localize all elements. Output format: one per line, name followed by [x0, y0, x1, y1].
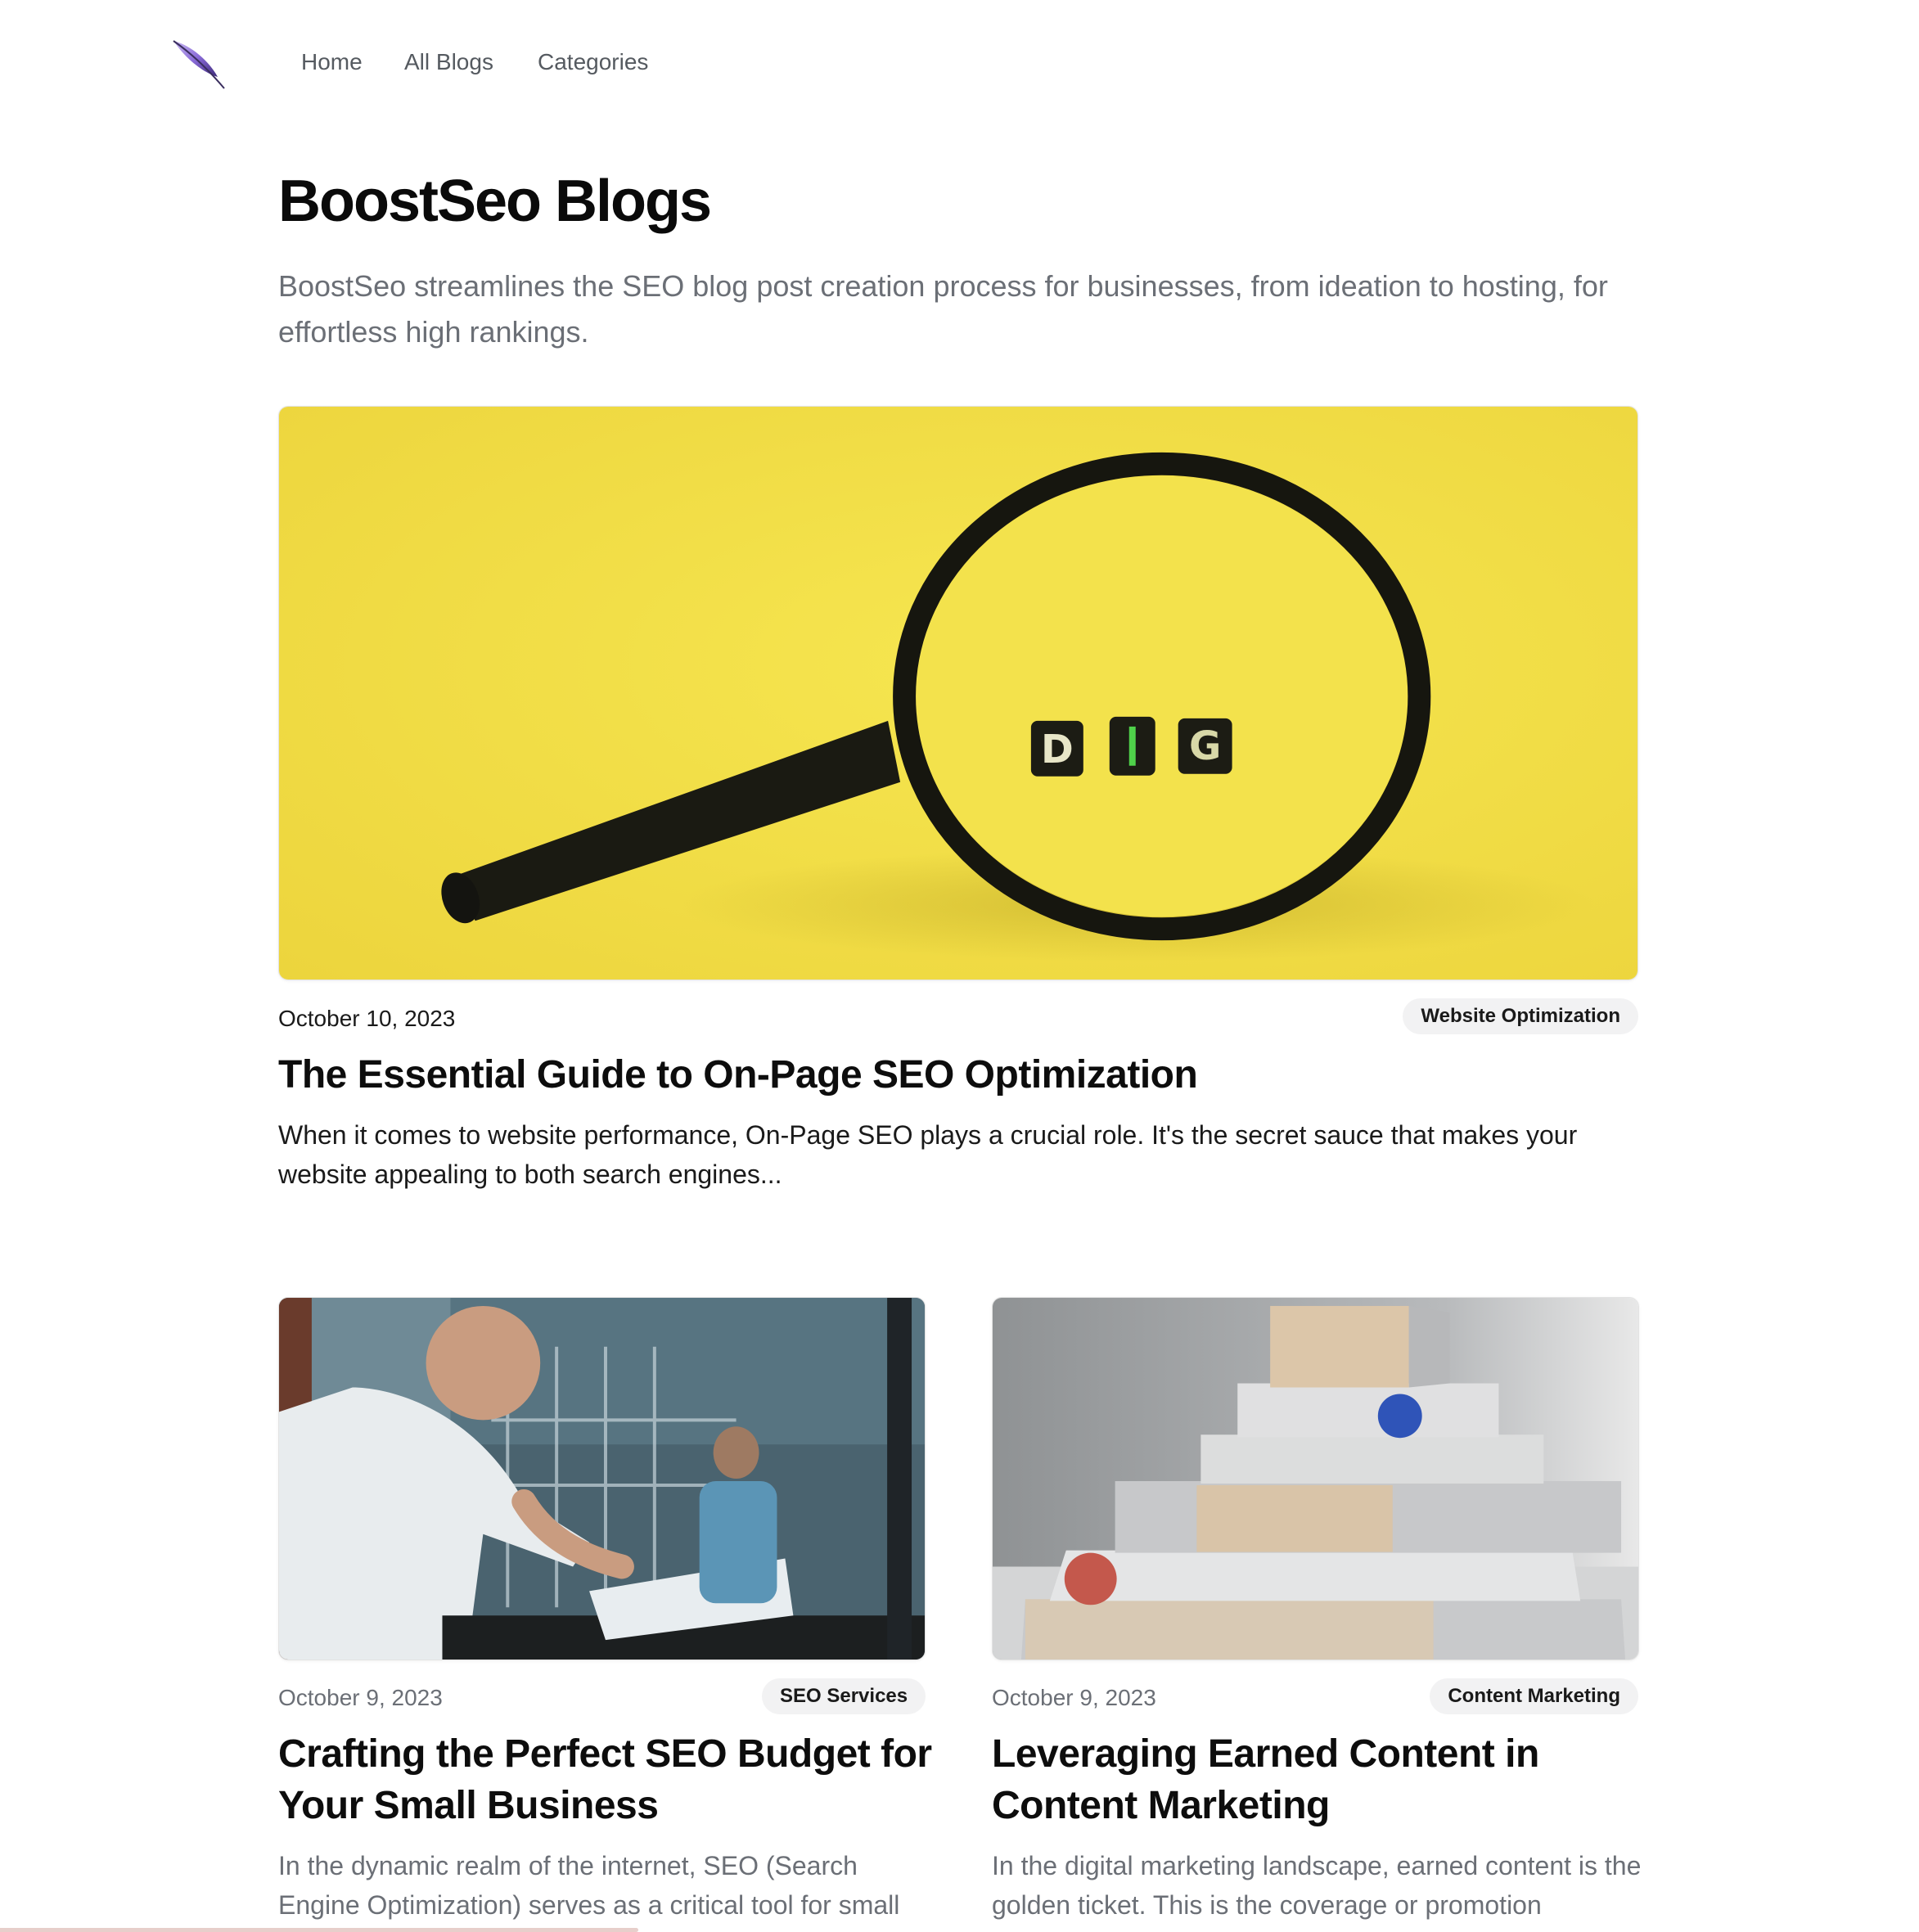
post-image[interactable] [278, 1297, 926, 1660]
post-date: October 9, 2023 [992, 1685, 1156, 1710]
nav-link-home[interactable]: Home [301, 49, 363, 75]
nav-link-categories[interactable]: Categories [538, 49, 648, 75]
category-badge[interactable]: Content Marketing [1430, 1678, 1638, 1714]
featured-post-image[interactable]: D G [278, 406, 1638, 980]
blog-index-page: Home All Blogs Categories BoostSeo Blogs… [0, 0, 1919, 1932]
post-title[interactable]: Crafting the Perfect SEO Budget for Your… [278, 1728, 933, 1831]
post-date: October 9, 2023 [278, 1685, 443, 1710]
post-title[interactable]: Leveraging Earned Content in Content Mar… [992, 1728, 1646, 1831]
category-badge[interactable]: Website Optimization [1403, 998, 1638, 1034]
top-navigation: Home All Blogs Categories [0, 0, 1919, 131]
page-title: BoostSeo Blogs [278, 169, 712, 234]
category-badge[interactable]: SEO Services [762, 1678, 926, 1714]
post-excerpt: In the digital marketing landscape, earn… [992, 1851, 1642, 1920]
post-image[interactable] [992, 1297, 1639, 1660]
feather-logo-icon[interactable] [170, 38, 227, 92]
post-excerpt: In the dynamic realm of the internet, SE… [278, 1851, 900, 1920]
featured-post-date: October 10, 2023 [278, 1006, 456, 1031]
bottom-scroll-indicator [0, 1928, 638, 1932]
nav-link-all-blogs[interactable]: All Blogs [404, 49, 493, 75]
featured-post-title[interactable]: The Essential Guide to On-Page SEO Optim… [278, 1051, 1638, 1100]
featured-post-excerpt: When it comes to website performance, On… [278, 1120, 1578, 1189]
page-subtitle: BoostSeo streamlines the SEO blog post c… [278, 269, 1608, 349]
svg-text:G: G [1189, 724, 1221, 769]
svg-text:D: D [1041, 727, 1074, 772]
